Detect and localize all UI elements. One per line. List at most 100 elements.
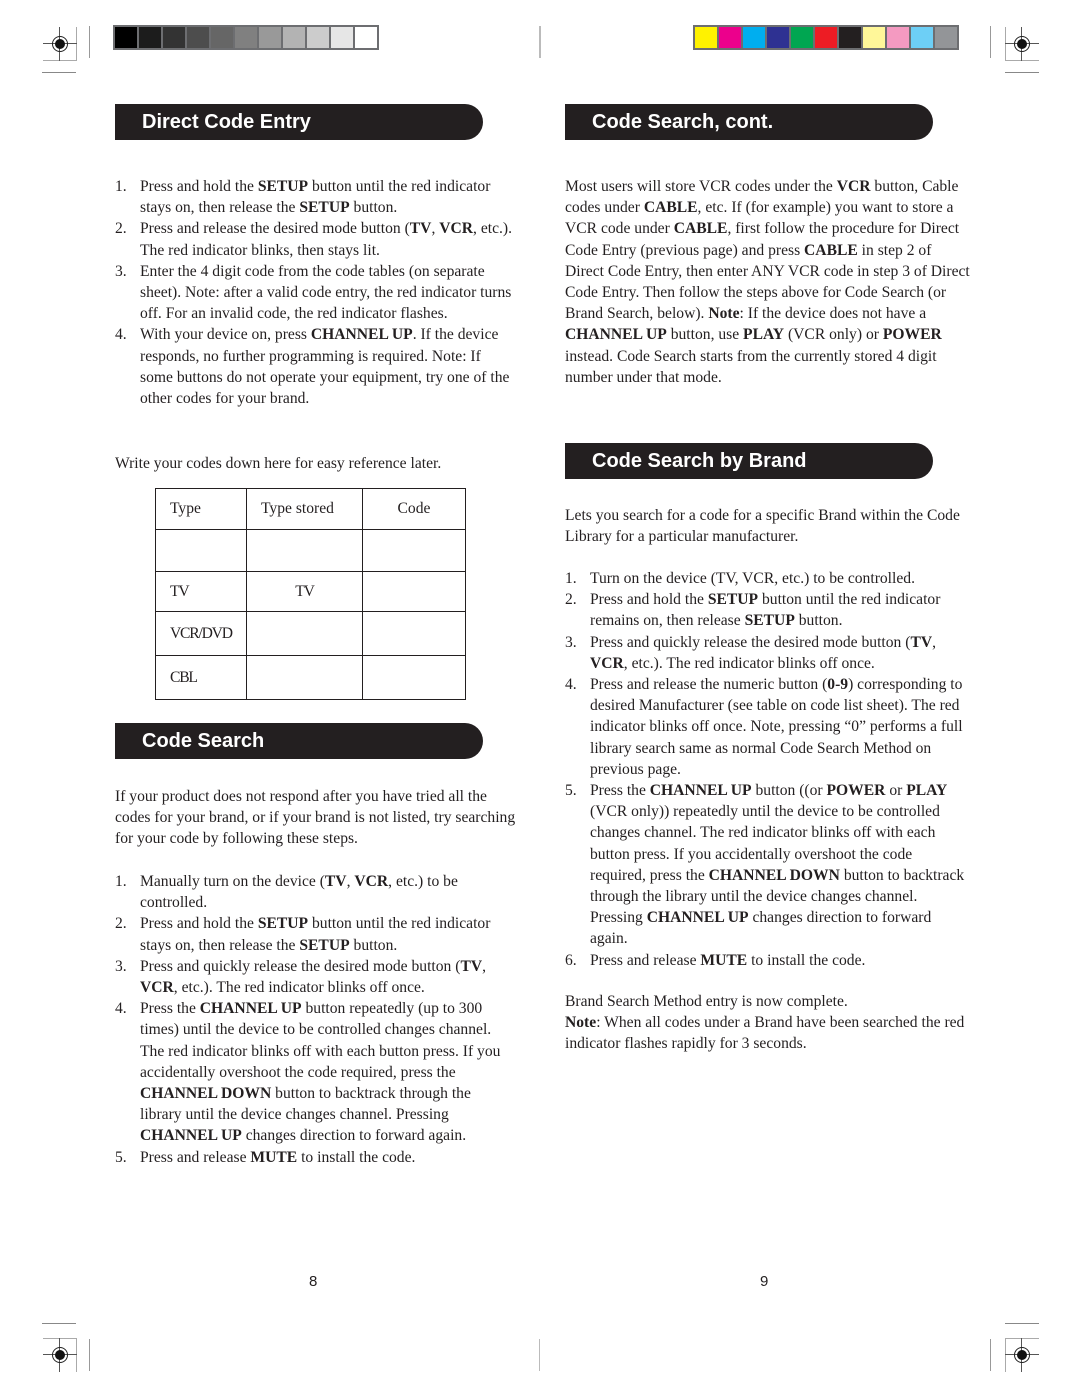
color-swatch	[839, 27, 861, 48]
gray-swatch	[139, 27, 161, 48]
bold-term: CHANNEL UP	[649, 782, 752, 800]
grayscale-calibration-bar	[113, 25, 379, 50]
brand-search-intro: Lets you search for a code for a specifi…	[565, 507, 960, 546]
bold-term: TV	[910, 633, 933, 651]
direct-code-entry-steps: 1. Press and hold the SETUP button until …	[115, 176, 515, 409]
color-swatch	[791, 27, 813, 48]
bold-term: CHANNEL DOWN	[708, 866, 840, 884]
color-swatch	[743, 27, 765, 48]
code-record-table: Type Type stored Code TV TV VCR/DVD CBL	[155, 488, 466, 700]
crop-mark	[1005, 1323, 1039, 1324]
gray-swatch	[331, 27, 353, 48]
bold-term: CHANNEL UP	[140, 1127, 242, 1145]
code-search-intro: If your product does not respond after y…	[115, 788, 516, 848]
color-swatch	[863, 27, 885, 48]
bold-term: SETUP	[299, 936, 350, 954]
bold-term: SETUP	[257, 915, 309, 933]
bold-term: CHANNEL UP	[199, 1000, 302, 1018]
bold-term: VCR	[439, 220, 474, 238]
step-item: 4. Press the CHANNEL UP button repeatedly…	[115, 998, 515, 1146]
table-cell	[362, 529, 466, 572]
step-text: Press and release MUTE to install the co…	[140, 1148, 416, 1166]
bold-term: SETUP	[299, 199, 350, 217]
bold-term: SETUP	[744, 612, 795, 630]
bold-term: VCR	[354, 873, 389, 890]
bold-term: POWER	[826, 782, 886, 800]
table-row: TV TV	[155, 571, 466, 612]
section-header-code-search: Code Search	[115, 723, 483, 759]
bold-term: POWER	[882, 326, 942, 344]
registration-mark-icon	[43, 27, 77, 61]
step-text: Press and quickly release the desired mo…	[590, 633, 937, 672]
step-text: Turn on the device (TV, VCR, etc.) to be…	[590, 570, 915, 587]
step-item: 3. Enter the 4 digit code from the code t…	[115, 261, 515, 325]
bold-term: SETUP	[257, 178, 309, 195]
gray-swatch	[355, 27, 377, 48]
table-cell-type: TV	[155, 571, 247, 612]
color-swatch	[935, 27, 957, 48]
bold-term: CABLE	[804, 241, 858, 259]
gray-swatch	[187, 27, 209, 48]
gray-swatch	[259, 27, 281, 48]
step-text: Manually turn on the device (TV, VCR, et…	[140, 873, 458, 912]
registration-mark-icon	[1005, 27, 1039, 61]
color-swatch	[719, 27, 741, 48]
bold-term: PLAY	[906, 782, 948, 800]
center-fold-mark	[539, 1339, 540, 1371]
step-item: 2. Press and hold the SETUP button until …	[565, 589, 970, 631]
table-cell-code	[362, 611, 466, 656]
table-header-type: Type	[155, 488, 247, 530]
brand-search-final-note: Note: When all codes under a Brand have …	[565, 1014, 965, 1053]
bold-term: MUTE	[700, 951, 748, 969]
step-text: Press and quickly release the desired mo…	[140, 957, 487, 997]
gray-swatch	[115, 27, 137, 48]
table-header-code: Code	[362, 488, 466, 530]
bold-term: CHANNEL DOWN	[140, 1085, 272, 1103]
crop-mark	[42, 1323, 76, 1324]
crop-mark	[42, 72, 76, 73]
table-header-row: Type Type stored Code	[155, 488, 466, 530]
step-text: With your device on, press CHANNEL UP. I…	[140, 326, 510, 408]
bold-term: VCR	[140, 979, 174, 997]
code-search-cont-body: Most users will store VCR codes under th…	[565, 178, 970, 386]
step-text: Press the CHANNEL UP button ((or POWER o…	[590, 782, 965, 948]
brand-search-steps: 1. Turn on the device (TV, VCR, etc.) to …	[565, 568, 970, 971]
color-swatch	[815, 27, 837, 48]
step-text: Press and release the numeric button (0-…	[590, 676, 963, 778]
table-cell	[246, 529, 363, 572]
step-text: Press and release the desired mode butto…	[140, 220, 513, 259]
step-item: 1. Press and hold the SETUP button until …	[115, 176, 515, 218]
table-cell-type-stored: TV	[246, 571, 363, 612]
table-row: VCR/DVD	[155, 611, 466, 656]
color-calibration-bar	[693, 25, 959, 50]
gray-swatch	[211, 27, 233, 48]
step-number: 5.	[115, 1148, 127, 1166]
step-text: Enter the 4 digit code from the code tab…	[140, 262, 512, 323]
bold-term: TV	[324, 873, 347, 890]
step-text: Press and hold the SETUP button until th…	[590, 591, 941, 630]
crop-mark	[1005, 72, 1039, 73]
color-swatch	[911, 27, 933, 48]
crop-mark	[89, 26, 90, 58]
gray-swatch	[307, 27, 329, 48]
step-number: 1.	[115, 873, 127, 890]
step-number: 3.	[565, 633, 577, 651]
bold-term: TV	[409, 220, 432, 238]
crop-mark	[89, 1339, 90, 1371]
step-item: 5. Press the CHANNEL UP button ((or POWER…	[565, 780, 970, 950]
table-row	[155, 529, 466, 572]
step-item: 5. Press and release MUTE to install the …	[115, 1147, 515, 1168]
step-number: 6.	[565, 951, 577, 969]
step-item: 2. Press and hold the SETUP button until …	[115, 913, 515, 955]
step-text: Press and release MUTE to install the co…	[590, 951, 866, 969]
step-number: 4.	[115, 1000, 127, 1018]
code-search-steps: 1. Manually turn on the device (TV, VCR, …	[115, 871, 515, 1168]
page-number-left: 8	[309, 1273, 318, 1290]
step-number: 4.	[115, 326, 127, 344]
step-item: 1. Turn on the device (TV, VCR, etc.) to …	[565, 568, 970, 589]
table-cell-code	[362, 655, 466, 700]
table-cell-type: VCR/DVD	[155, 611, 247, 656]
step-item: 6. Press and release MUTE to install the …	[565, 950, 970, 971]
crop-mark	[990, 26, 991, 58]
step-item: 2. Press and release the desired mode but…	[115, 218, 515, 260]
